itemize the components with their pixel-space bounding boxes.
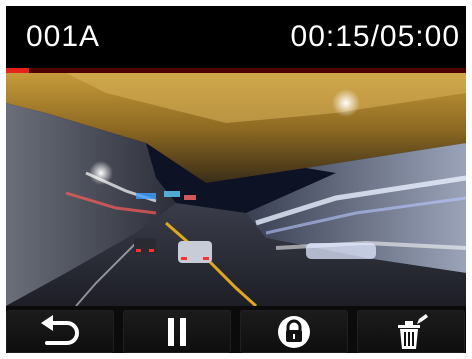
clip-id: 001A bbox=[26, 20, 101, 53]
pause-button[interactable] bbox=[123, 310, 231, 353]
lock-button[interactable] bbox=[240, 310, 348, 353]
playback-header: 001A 00:15/05:00 bbox=[6, 6, 466, 68]
playback-timecode: 00:15/05:00 bbox=[290, 20, 460, 53]
back-button[interactable] bbox=[6, 310, 114, 353]
dashcam-player: 001A 00:15/05:00 bbox=[6, 6, 466, 353]
control-bar bbox=[6, 306, 466, 353]
trash-icon bbox=[398, 313, 428, 349]
video-frame[interactable] bbox=[6, 73, 466, 306]
lock-icon bbox=[278, 315, 310, 348]
video-frame-image bbox=[6, 73, 466, 306]
pause-icon bbox=[168, 317, 186, 346]
delete-button[interactable] bbox=[357, 310, 465, 353]
back-arrow-icon bbox=[41, 314, 79, 345]
